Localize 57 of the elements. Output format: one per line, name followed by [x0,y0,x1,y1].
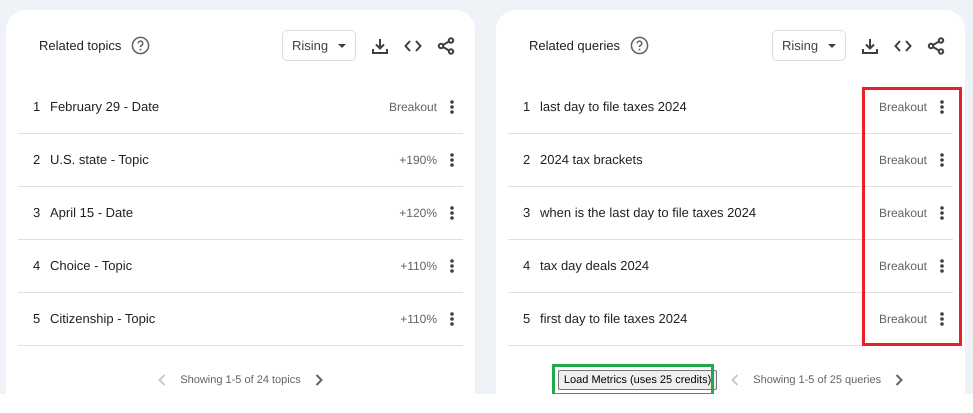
help-icon[interactable] [630,36,650,55]
more-options-icon[interactable] [940,153,944,167]
row-rank: 5 [523,310,532,328]
row-value: +110% [400,311,437,328]
row-rank: 2 [523,151,532,170]
pagination-text: Showing 1-5 of 25 queries [753,372,882,388]
row-value: Breakout [878,205,927,222]
download-icon[interactable] [371,36,389,54]
row-value: Breakout [878,152,927,169]
row-rank: 1 [33,98,42,116]
more-options-icon[interactable] [450,259,454,273]
more-options-icon[interactable] [450,153,454,167]
row-rank: 5 [33,310,42,328]
row-value: Breakout [878,99,927,116]
row-label: tax day deals 2024 [540,257,650,276]
row-value: Breakout [878,258,927,275]
filter-dropdown[interactable]: Rising [282,30,356,61]
row-label: first day to file taxes 2024 [540,310,688,328]
row-label: when is the last day to file taxes 2024 [540,204,756,222]
help-icon[interactable] [131,36,150,55]
row-rank: 4 [33,257,42,276]
more-options-icon[interactable] [450,206,454,220]
row-value: Breakout [388,99,437,116]
caret-icon [338,44,346,48]
row-rank: 3 [33,204,42,222]
load-metrics-button[interactable]: Load Metrics (uses 25 credits) [558,370,718,390]
row-rank: 3 [523,204,532,222]
more-options-icon[interactable] [940,100,944,114]
row-value: +190% [399,152,437,169]
filter-dropdown[interactable]: Rising [772,30,846,61]
row-label: last day to file taxes 2024 [540,98,687,116]
row-label: Choice - Topic [50,257,132,276]
row-label: Citizenship - Topic [50,310,156,328]
more-options-icon[interactable] [450,312,454,326]
row-value: Breakout [878,311,927,328]
row-rank: 2 [33,151,42,170]
next-page-icon[interactable] [314,374,323,386]
row-rank: 4 [523,257,532,276]
more-options-icon[interactable] [940,312,944,326]
row-label: February 29 - Date [50,98,160,116]
panel-title: Related queries [529,36,620,55]
row-value: +110% [400,258,437,275]
row-label: U.S. state - Topic [50,151,149,170]
row-label: 2024 tax brackets [540,151,643,170]
row-value: +120% [399,205,437,222]
next-page-icon[interactable] [895,374,904,386]
more-options-icon[interactable] [940,259,944,273]
row-rank: 1 [523,98,532,116]
panel-title: Related topics [39,36,122,55]
pagination-text: Showing 1-5 of 24 topics [180,372,301,388]
download-icon[interactable] [861,36,879,54]
share-icon[interactable] [437,36,455,54]
more-options-icon[interactable] [450,100,454,114]
more-options-icon[interactable] [940,206,944,220]
caret-icon [828,44,836,48]
share-icon[interactable] [927,36,945,54]
row-label: April 15 - Date [50,204,134,222]
